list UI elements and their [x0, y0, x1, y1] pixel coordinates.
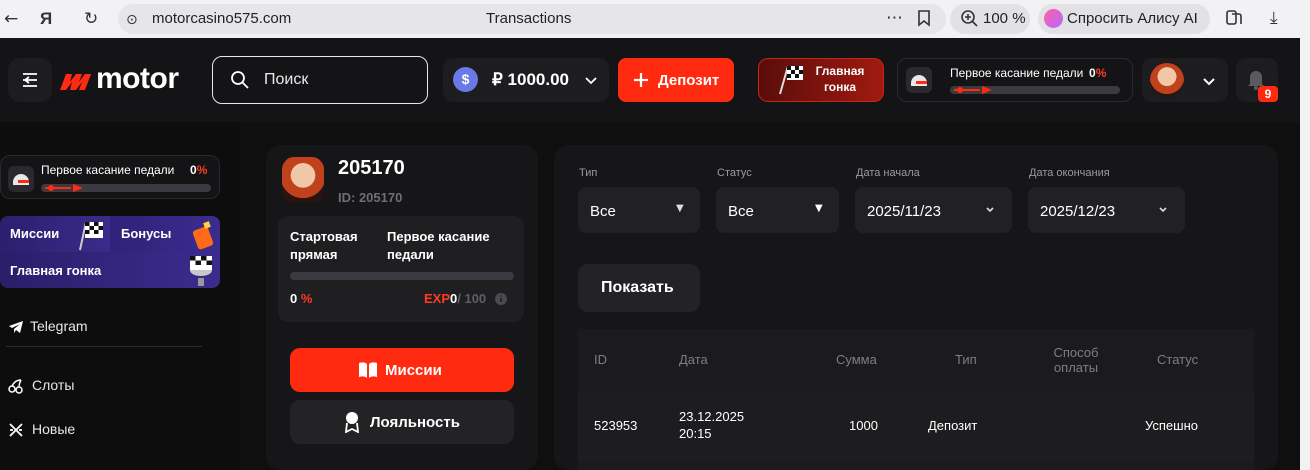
cell-amount: 1000: [849, 418, 878, 433]
telegram-icon: [9, 321, 23, 334]
book-icon: [359, 362, 377, 378]
sidebar-item-new[interactable]: Новые: [8, 421, 75, 438]
column-header-date: Дата: [679, 352, 708, 367]
caret-down-icon[interactable]: ▼: [815, 203, 823, 214]
tile-main-race-label[interactable]: Главная гонка: [10, 263, 101, 278]
logo-mark-icon: [60, 74, 91, 90]
show-button-label[interactable]: Показать: [601, 279, 674, 297]
chevron-down-icon[interactable]: [1202, 74, 1216, 88]
menu-collapse-button[interactable]: [8, 58, 52, 102]
avatar[interactable]: [1150, 63, 1184, 97]
chevron-down-icon[interactable]: [985, 205, 995, 215]
header-progress-label: Первое касание педали: [950, 66, 1084, 80]
coin-icon: $: [453, 67, 478, 92]
collapse-icon: [23, 73, 37, 87]
helmet-icon: [906, 67, 932, 93]
filter-date-start-value[interactable]: 2025/11/23: [867, 203, 941, 220]
column-header-amount: Сумма: [836, 352, 877, 367]
filter-date-end-value[interactable]: 2025/12/23: [1040, 203, 1115, 220]
filter-status-value[interactable]: Все: [728, 203, 754, 220]
tile-main-race[interactable]: Главная гонка: [0, 252, 220, 288]
info-icon[interactable]: [494, 292, 508, 306]
medal-icon: [344, 412, 360, 433]
more-icon[interactable]: ⋯: [886, 8, 903, 28]
tile-missions[interactable]: Миссии: [0, 216, 110, 252]
profile-id-title: 205170: [338, 157, 405, 179]
column-header-payment-method: Способ оплаты: [1053, 345, 1099, 375]
missions-button-label[interactable]: Миссии: [385, 362, 442, 379]
page-title-text: Transactions: [486, 10, 572, 27]
cell-status: Успешно: [1145, 418, 1198, 433]
sidebar-item-partial[interactable]: [8, 462, 48, 470]
cherry-icon: [8, 379, 23, 395]
page-scrollbar[interactable]: [1300, 38, 1310, 470]
download-icon[interactable]: ⤓: [1270, 8, 1278, 28]
filter-status-label: Статус: [717, 167, 752, 179]
tile-bonuses-label[interactable]: Бонусы: [121, 226, 171, 241]
filter-type-value[interactable]: Все: [590, 203, 616, 220]
column-header-status: Статус: [1157, 352, 1199, 367]
logo[interactable]: motor: [96, 62, 179, 96]
arrow-left-icon[interactable]: ←: [4, 9, 18, 29]
cell-time: 20:15: [679, 426, 712, 441]
alice-icon[interactable]: [1044, 9, 1063, 28]
collections-icon[interactable]: [1224, 8, 1244, 33]
cell-type: Депозит: [928, 418, 978, 433]
search-input[interactable]: Поиск: [264, 71, 308, 89]
column-header-id: ID: [594, 352, 607, 367]
filter-date-start-label: Дата начала: [856, 167, 920, 179]
sidebar-item-telegram[interactable]: Telegram: [8, 318, 88, 334]
bookmark-icon[interactable]: [916, 9, 932, 32]
sidebar-progress-label: Первое касание педали: [41, 163, 175, 177]
sidebar-item-slots[interactable]: Слоты: [8, 377, 74, 395]
helmet-icon: [8, 166, 34, 192]
notification-badge: 9: [1258, 86, 1278, 102]
level-next: Первое касание педали: [387, 229, 490, 262]
chevron-down-icon[interactable]: [584, 73, 598, 87]
balance-amount[interactable]: ₽ 1000.00: [492, 70, 569, 90]
level-current: Стартовая прямая: [290, 229, 358, 262]
level-progress-widget[interactable]: [897, 58, 1133, 102]
sidebar-progress-percent: 0%: [190, 163, 208, 177]
column-header-type: Тип: [955, 352, 977, 367]
site-info-icon[interactable]: ⊙: [126, 10, 138, 30]
trophy-icon: [190, 256, 212, 286]
url-text[interactable]: motorcasino575.com: [152, 10, 291, 27]
checkered-flag-icon: [79, 221, 103, 251]
chevron-down-icon[interactable]: [1158, 205, 1168, 215]
search-icon: [231, 71, 249, 89]
rocket-marker-icon: [954, 86, 992, 94]
deposit-label[interactable]: Депозит: [658, 72, 719, 89]
loyalty-button-label[interactable]: Лояльность: [370, 414, 460, 431]
reload-icon[interactable]: ↻: [84, 9, 98, 29]
caret-down-icon[interactable]: ▼: [676, 203, 684, 214]
fuel-can-icon: [192, 221, 214, 250]
new-icon: [9, 423, 23, 437]
profile-avatar: [282, 157, 324, 203]
cell-id: 523953: [594, 418, 638, 433]
sidebar-divider: [6, 346, 202, 347]
checkered-flag-icon: [779, 65, 803, 95]
alice-label[interactable]: Спросить Алису AI: [1067, 10, 1198, 27]
browser-toolbar: ← Я ↻ ⊙ motorcasino575.com Transactions …: [0, 0, 1310, 38]
header-progress-percent: 0%: [1089, 66, 1107, 80]
rocket-marker-icon: [45, 184, 83, 192]
level-progress-track: [290, 272, 514, 280]
zoom-icon[interactable]: [960, 9, 978, 32]
tile-missions-label[interactable]: Миссии: [10, 226, 59, 241]
zoom-level[interactable]: 100 %: [983, 10, 1026, 27]
filter-type-label: Тип: [579, 167, 598, 179]
yandex-icon[interactable]: Я: [40, 9, 52, 29]
profile-id-sub: ID: 205170: [338, 190, 403, 205]
tile-bonuses[interactable]: Бонусы: [110, 216, 220, 252]
cell-date: 23.12.2025: [679, 409, 745, 424]
level-percent: 0 %: [290, 291, 313, 306]
filter-date-end-label: Дата окончания: [1029, 167, 1110, 179]
plus-icon: [634, 73, 648, 87]
main-race-label[interactable]: Главная гонка: [808, 63, 872, 95]
exp-readout: EXP0/ 100: [424, 291, 487, 306]
